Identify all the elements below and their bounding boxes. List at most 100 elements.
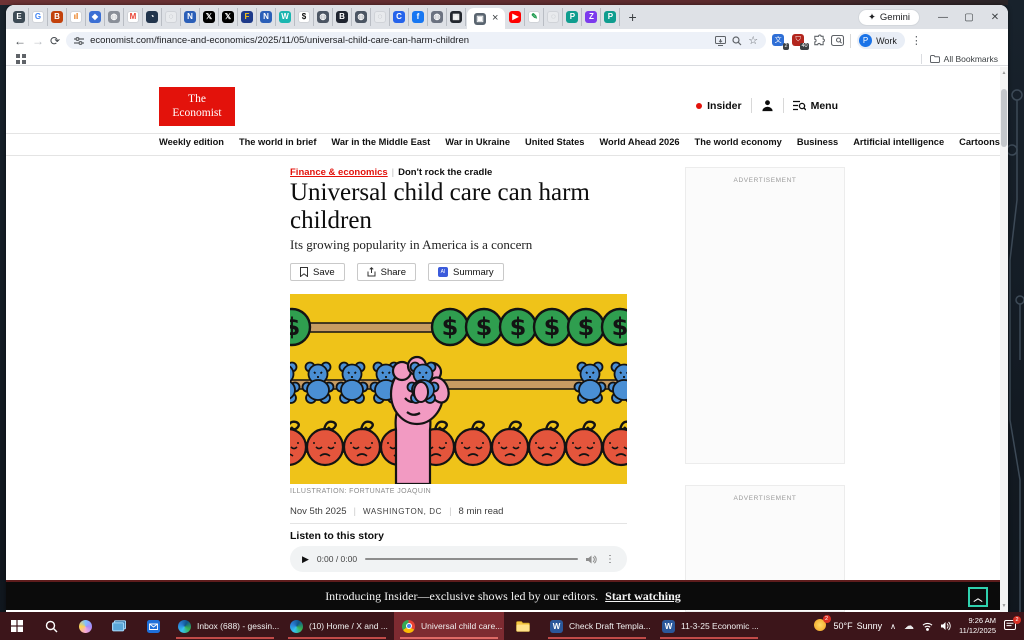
new-tab-button[interactable]: +: [620, 9, 644, 25]
pinned-tab-finance[interactable]: F: [238, 8, 257, 26]
pinned-tab-p-teal-2[interactable]: P: [601, 8, 620, 26]
page-scrollbar[interactable]: ▲ ▼: [1000, 67, 1008, 612]
start-button[interactable]: [0, 612, 34, 640]
copilot-button[interactable]: [68, 612, 102, 640]
summary-button[interactable]: AI Summary: [428, 263, 504, 281]
taskbar-search-button[interactable]: [34, 612, 68, 640]
side-panel-search-icon[interactable]: [831, 35, 844, 47]
kicker-section-link[interactable]: Finance & economics: [290, 167, 388, 178]
weather-sun-icon[interactable]: 2: [814, 619, 826, 633]
audio-play-button[interactable]: ▶: [302, 554, 309, 565]
notification-center-button[interactable]: 2: [1004, 620, 1016, 633]
pinned-tab-gray-site[interactable]: ◌: [371, 8, 390, 26]
pinned-tab-globe-1[interactable]: ◍: [105, 8, 124, 26]
nav-item-business[interactable]: Business: [797, 137, 838, 147]
share-button[interactable]: Share: [357, 263, 416, 281]
window-maximize-button[interactable]: ▢: [956, 12, 982, 23]
pinned-tab-economist[interactable]: E: [10, 8, 29, 26]
economist-logo[interactable]: The Economist: [159, 87, 235, 126]
send-to-device-icon[interactable]: [715, 36, 726, 46]
nav-item-united-states[interactable]: United States: [525, 137, 584, 147]
pinned-tab-globe-2[interactable]: ◍: [314, 8, 333, 26]
taskbar-app-edge-home[interactable]: (10) Home / X and ...: [282, 612, 392, 640]
back-button[interactable]: ←: [14, 34, 26, 48]
pinned-tab-dollar[interactable]: $: [295, 8, 314, 26]
all-bookmarks-button[interactable]: All Bookmarks: [921, 54, 998, 64]
taskbar-app-edge-inbox[interactable]: Inbox (688) - gessin...: [170, 612, 280, 640]
save-button[interactable]: Save: [290, 263, 345, 281]
pinned-tab-nm-blue-1[interactable]: N: [181, 8, 200, 26]
pinned-tab-tv-dark[interactable]: ▦: [447, 8, 466, 26]
active-tab[interactable]: ▣ ×: [467, 8, 505, 29]
account-person-icon[interactable]: [761, 99, 774, 112]
gemini-button[interactable]: ✦ Gemini: [858, 9, 920, 26]
nav-item-world-economy[interactable]: The world economy: [695, 137, 782, 147]
pinned-tab-facebook[interactable]: f: [409, 8, 428, 26]
weather-widget[interactable]: 50°F Sunny: [834, 621, 883, 631]
pinned-tab-cloud-blue[interactable]: C: [390, 8, 409, 26]
taskbar-app-word-economic[interactable]: W 11-3-25 Economic ...: [654, 612, 764, 640]
pinned-tab-globe-4[interactable]: ◍: [428, 8, 447, 26]
taskbar-app-file-explorer[interactable]: [506, 612, 540, 640]
scrollbar-down-arrow[interactable]: ▼: [1000, 603, 1008, 609]
volume-icon[interactable]: [586, 555, 597, 564]
taskbar-app-chrome-active[interactable]: Universal child care...: [394, 612, 504, 640]
nav-item-war-middle-east[interactable]: War in the Middle East: [331, 137, 430, 147]
extension-translate-icon[interactable]: 文 2: [772, 34, 786, 48]
banner-cta-link[interactable]: Start watching: [605, 589, 681, 604]
outlook-button[interactable]: [136, 612, 170, 640]
audio-progress-bar[interactable]: [365, 558, 578, 560]
network-wifi-icon[interactable]: [922, 622, 933, 631]
extensions-puzzle-icon[interactable]: [812, 34, 825, 47]
address-bar[interactable]: economist.com/finance-and-economics/2025…: [66, 32, 766, 49]
lens-search-icon[interactable]: [732, 36, 742, 46]
taskbar-clock[interactable]: 9:26 AM 11/12/2025: [959, 616, 996, 636]
forward-button[interactable]: →: [32, 34, 44, 48]
pinned-tab-youtube[interactable]: ▶: [506, 8, 525, 26]
browser-menu-kebab-icon[interactable]: ⋮: [911, 34, 922, 47]
hidden-icons-chevron[interactable]: ∧: [890, 622, 896, 631]
reload-button[interactable]: ⟳: [50, 34, 60, 48]
pinned-tab-x-2[interactable]: 𝕏: [219, 8, 238, 26]
pinned-tab-p-teal-1[interactable]: P: [563, 8, 582, 26]
pinned-tab-globe-3[interactable]: ◍: [352, 8, 371, 26]
pinned-tab-pending[interactable]: ◌: [544, 8, 563, 26]
pinned-tab-x-1[interactable]: 𝕏: [200, 8, 219, 26]
tab-close-icon[interactable]: ×: [492, 13, 498, 24]
pinned-tab-nm-blue-2[interactable]: N: [257, 8, 276, 26]
site-settings-icon[interactable]: [74, 36, 84, 46]
apps-grid-icon[interactable]: [16, 54, 26, 64]
pinned-tab-bank[interactable]: B: [333, 8, 352, 26]
scrollbar-thumb[interactable]: [1001, 89, 1007, 147]
insider-link[interactable]: Insider: [696, 100, 741, 112]
pinned-tab-sports[interactable]: B: [48, 8, 67, 26]
nav-item-world-in-brief[interactable]: The world in brief: [239, 137, 316, 147]
pinned-tab-shield[interactable]: ◆: [86, 8, 105, 26]
audio-menu-icon[interactable]: ⋮: [605, 554, 615, 565]
onedrive-cloud-icon[interactable]: ☁: [904, 621, 914, 632]
url-text[interactable]: economist.com/finance-and-economics/2025…: [90, 35, 709, 46]
extension-adblock-icon[interactable]: ⛉ 40: [792, 34, 806, 48]
pinned-tab-loading[interactable]: ◌: [162, 8, 181, 26]
nav-item-weekly-edition[interactable]: Weekly edition: [159, 137, 224, 147]
pinned-tab-notes-pencil[interactable]: ✎: [525, 8, 544, 26]
pinned-tab-clock[interactable]: ◔: [143, 8, 162, 26]
pinned-tab-wiki-teal[interactable]: W: [276, 8, 295, 26]
nav-item-world-ahead[interactable]: World Ahead 2026: [599, 137, 679, 147]
bookmark-star-icon[interactable]: ☆: [748, 34, 758, 47]
menu-button[interactable]: Menu: [793, 100, 838, 112]
taskbar-app-word-draft[interactable]: W Check Draft Templa...: [542, 612, 652, 640]
pinned-tab-analytics[interactable]: ıl: [67, 8, 86, 26]
nav-item-ai[interactable]: Artificial intelligence: [853, 137, 944, 147]
profile-button[interactable]: P Work: [857, 32, 905, 49]
scrollbar-up-arrow[interactable]: ▲: [1000, 70, 1008, 76]
window-minimize-button[interactable]: —: [930, 12, 956, 23]
speaker-icon[interactable]: [941, 621, 951, 631]
window-close-button[interactable]: ✕: [982, 12, 1008, 23]
pinned-tab-z-purple[interactable]: Z: [582, 8, 601, 26]
pinned-tab-google[interactable]: G: [29, 8, 48, 26]
nav-item-war-ukraine[interactable]: War in Ukraine: [445, 137, 510, 147]
task-view-button[interactable]: [102, 612, 136, 640]
pinned-tab-gmail[interactable]: M: [124, 8, 143, 26]
collapse-banner-button[interactable]: ︿: [968, 587, 988, 607]
